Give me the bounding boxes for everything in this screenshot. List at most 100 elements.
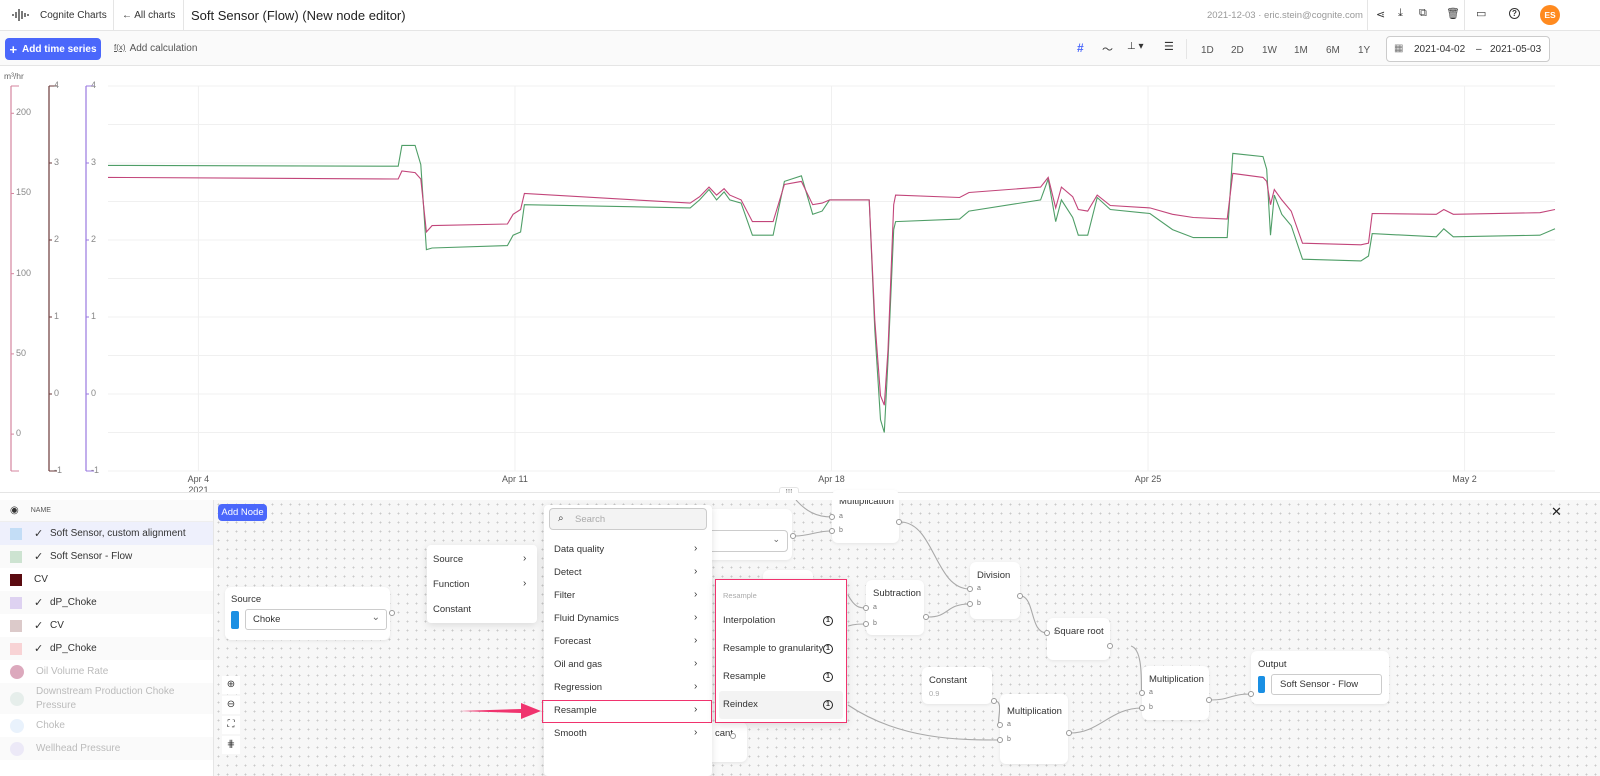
source-select[interactable]: Choke ⌄	[245, 609, 387, 630]
range-2d[interactable]: 2D	[1231, 45, 1244, 56]
series-row[interactable]: ✓ dP_Choke	[0, 591, 213, 614]
range-6m[interactable]: 6M	[1326, 45, 1340, 56]
input-port-a[interactable]	[829, 514, 835, 520]
line-style-icon[interactable]: 〜	[1102, 41, 1113, 57]
series-row[interactable]: ✓ Soft Sensor - Flow	[0, 545, 213, 568]
fit-view-icon[interactable]: ⛶	[222, 716, 240, 734]
input-port-a[interactable]	[967, 586, 973, 592]
input-port[interactable]	[1248, 691, 1254, 697]
output-port[interactable]	[1107, 643, 1113, 649]
function-category-data-quality[interactable]: Data quality	[554, 544, 604, 555]
input-port-a[interactable]	[1139, 690, 1145, 696]
input-port-b[interactable]	[1139, 705, 1145, 711]
menu-item-source[interactable]: Source	[433, 554, 463, 565]
source-color-swatch[interactable]	[231, 611, 239, 629]
range-1y[interactable]: 1Y	[1358, 45, 1370, 56]
output-port[interactable]	[1206, 697, 1212, 703]
legend-icon[interactable]: ☰	[1164, 40, 1174, 53]
zoom-in-icon[interactable]: ⊕	[222, 676, 240, 694]
range-1w[interactable]: 1W	[1262, 45, 1277, 56]
series-color-swatch[interactable]	[10, 664, 24, 679]
submenu-item-resample[interactable]: Resample	[723, 671, 766, 682]
close-icon[interactable]: ✕	[1551, 504, 1562, 520]
series-color-swatch[interactable]	[10, 691, 24, 706]
info-badge-icon[interactable]: 1	[823, 700, 833, 710]
multiplication-node-right[interactable]: Multiplication a b	[1139, 666, 1212, 720]
add-time-series-button[interactable]: + Add time series	[5, 38, 101, 60]
date-from[interactable]: 2021-04-02	[1414, 44, 1465, 55]
source-node-partial[interactable]: ⌄	[700, 509, 796, 560]
subtraction-node[interactable]: Subtraction a b	[863, 580, 929, 635]
input-port-a[interactable]	[997, 722, 1003, 728]
series-color-swatch[interactable]	[10, 619, 22, 632]
function-category-fluid-dynamics[interactable]: Fluid Dynamics	[554, 613, 619, 624]
series-row[interactable]: ✓ Soft Sensor, custom alignment	[0, 522, 213, 545]
series-color-swatch[interactable]	[10, 573, 22, 586]
series-row[interactable]: Choke	[0, 714, 213, 737]
function-category-smooth[interactable]: Smooth	[554, 728, 587, 739]
range-1d[interactable]: 1D	[1201, 45, 1214, 56]
submenu-item-reindex[interactable]: Reindex	[723, 699, 758, 710]
output-name-input[interactable]: Soft Sensor - Flow	[1271, 674, 1382, 695]
auto-layout-icon[interactable]: ⋕	[222, 736, 240, 754]
app-name[interactable]: Cognite Charts	[40, 10, 107, 21]
delete-icon[interactable]: 🗑	[1446, 7, 1460, 20]
series-color-swatch[interactable]	[10, 550, 22, 563]
date-range-picker[interactable]: ▦ 2021-04-02 – 2021-05-03	[1386, 36, 1550, 62]
download-icon[interactable]: ⤓	[1398, 7, 1403, 20]
time-series-chart[interactable]: m³/hr Apr 4 2021 Apr 11 Apr 18 Apr 25 May 2 0…	[0, 66, 1600, 495]
output-port[interactable]	[1066, 730, 1072, 736]
output-color-swatch[interactable]	[1258, 676, 1265, 693]
range-1m[interactable]: 1M	[1294, 45, 1308, 56]
output-port[interactable]	[1017, 593, 1023, 599]
series-color-swatch[interactable]	[10, 527, 22, 540]
date-to[interactable]: 2021-05-03	[1490, 44, 1541, 55]
output-port[interactable]	[730, 733, 736, 739]
input-port-b[interactable]	[997, 737, 1003, 743]
series-color-swatch[interactable]	[10, 718, 24, 733]
series-row[interactable]: Oil Volume Rate	[0, 660, 213, 683]
square-root-node[interactable]: Square root x	[1044, 618, 1113, 660]
series-row[interactable]: Downstream Production Choke Pressure	[0, 683, 213, 714]
input-port-b[interactable]	[863, 621, 869, 627]
source-select[interactable]: ⌄	[704, 530, 788, 552]
eye-icon[interactable]: ◉	[10, 505, 19, 516]
constant-node[interactable]: Constant 0.9	[922, 667, 997, 704]
multiplication-node-bottom[interactable]: Multiplication a b	[997, 694, 1072, 764]
duplicate-icon[interactable]: ⧉	[1419, 7, 1427, 20]
menu-item-constant[interactable]: Constant	[433, 604, 471, 615]
chart-title[interactable]: Soft Sensor (Flow) (New node editor)	[191, 8, 406, 23]
avatar[interactable]: ES	[1540, 5, 1560, 25]
function-category-forecast[interactable]: Forecast	[554, 636, 591, 647]
function-category-oil-and-gas[interactable]: Oil and gas	[554, 659, 602, 670]
info-badge-icon[interactable]: 1	[823, 672, 833, 682]
add-node-button[interactable]: Add Node	[218, 504, 267, 521]
source-node[interactable]: Source Choke ⌄	[225, 587, 395, 640]
series-row[interactable]: CV	[0, 568, 213, 591]
series-row[interactable]: Wellhead Pressure	[0, 737, 213, 760]
input-port-b[interactable]	[829, 528, 835, 534]
input-port-x[interactable]	[1044, 630, 1050, 636]
output-port[interactable]	[790, 533, 796, 539]
function-category-filter[interactable]: Filter	[554, 590, 575, 601]
menu-item-function[interactable]: Function	[433, 579, 469, 590]
all-charts-link[interactable]: ← All charts	[122, 10, 175, 21]
output-port[interactable]	[991, 698, 997, 704]
series-row[interactable]: ✓ CV	[0, 614, 213, 637]
series-row[interactable]: ✓ dP_Choke	[0, 637, 213, 660]
y-axis-icon[interactable]: ⊥ ▾	[1127, 41, 1144, 52]
add-calculation-button[interactable]: f(x) Add calculation	[114, 43, 197, 54]
output-node[interactable]: Output Soft Sensor - Flow	[1248, 651, 1389, 704]
division-node[interactable]: Division a b	[967, 562, 1023, 619]
submenu-item-resample-to-granularity[interactable]: Resample to granularity	[723, 643, 823, 654]
submenu-item-interpolation[interactable]: Interpolation	[723, 615, 775, 626]
series-color-swatch[interactable]	[10, 741, 24, 756]
function-category-detect[interactable]: Detect	[554, 567, 581, 578]
output-port[interactable]	[923, 614, 929, 620]
series-color-swatch[interactable]	[10, 642, 22, 655]
zoom-out-icon[interactable]: ⊖	[222, 696, 240, 714]
node-editor-canvas[interactable]	[214, 500, 1600, 776]
info-badge-icon[interactable]: 1	[823, 616, 833, 626]
help-icon[interactable]: ?	[1509, 8, 1520, 19]
input-port-a[interactable]	[863, 605, 869, 611]
